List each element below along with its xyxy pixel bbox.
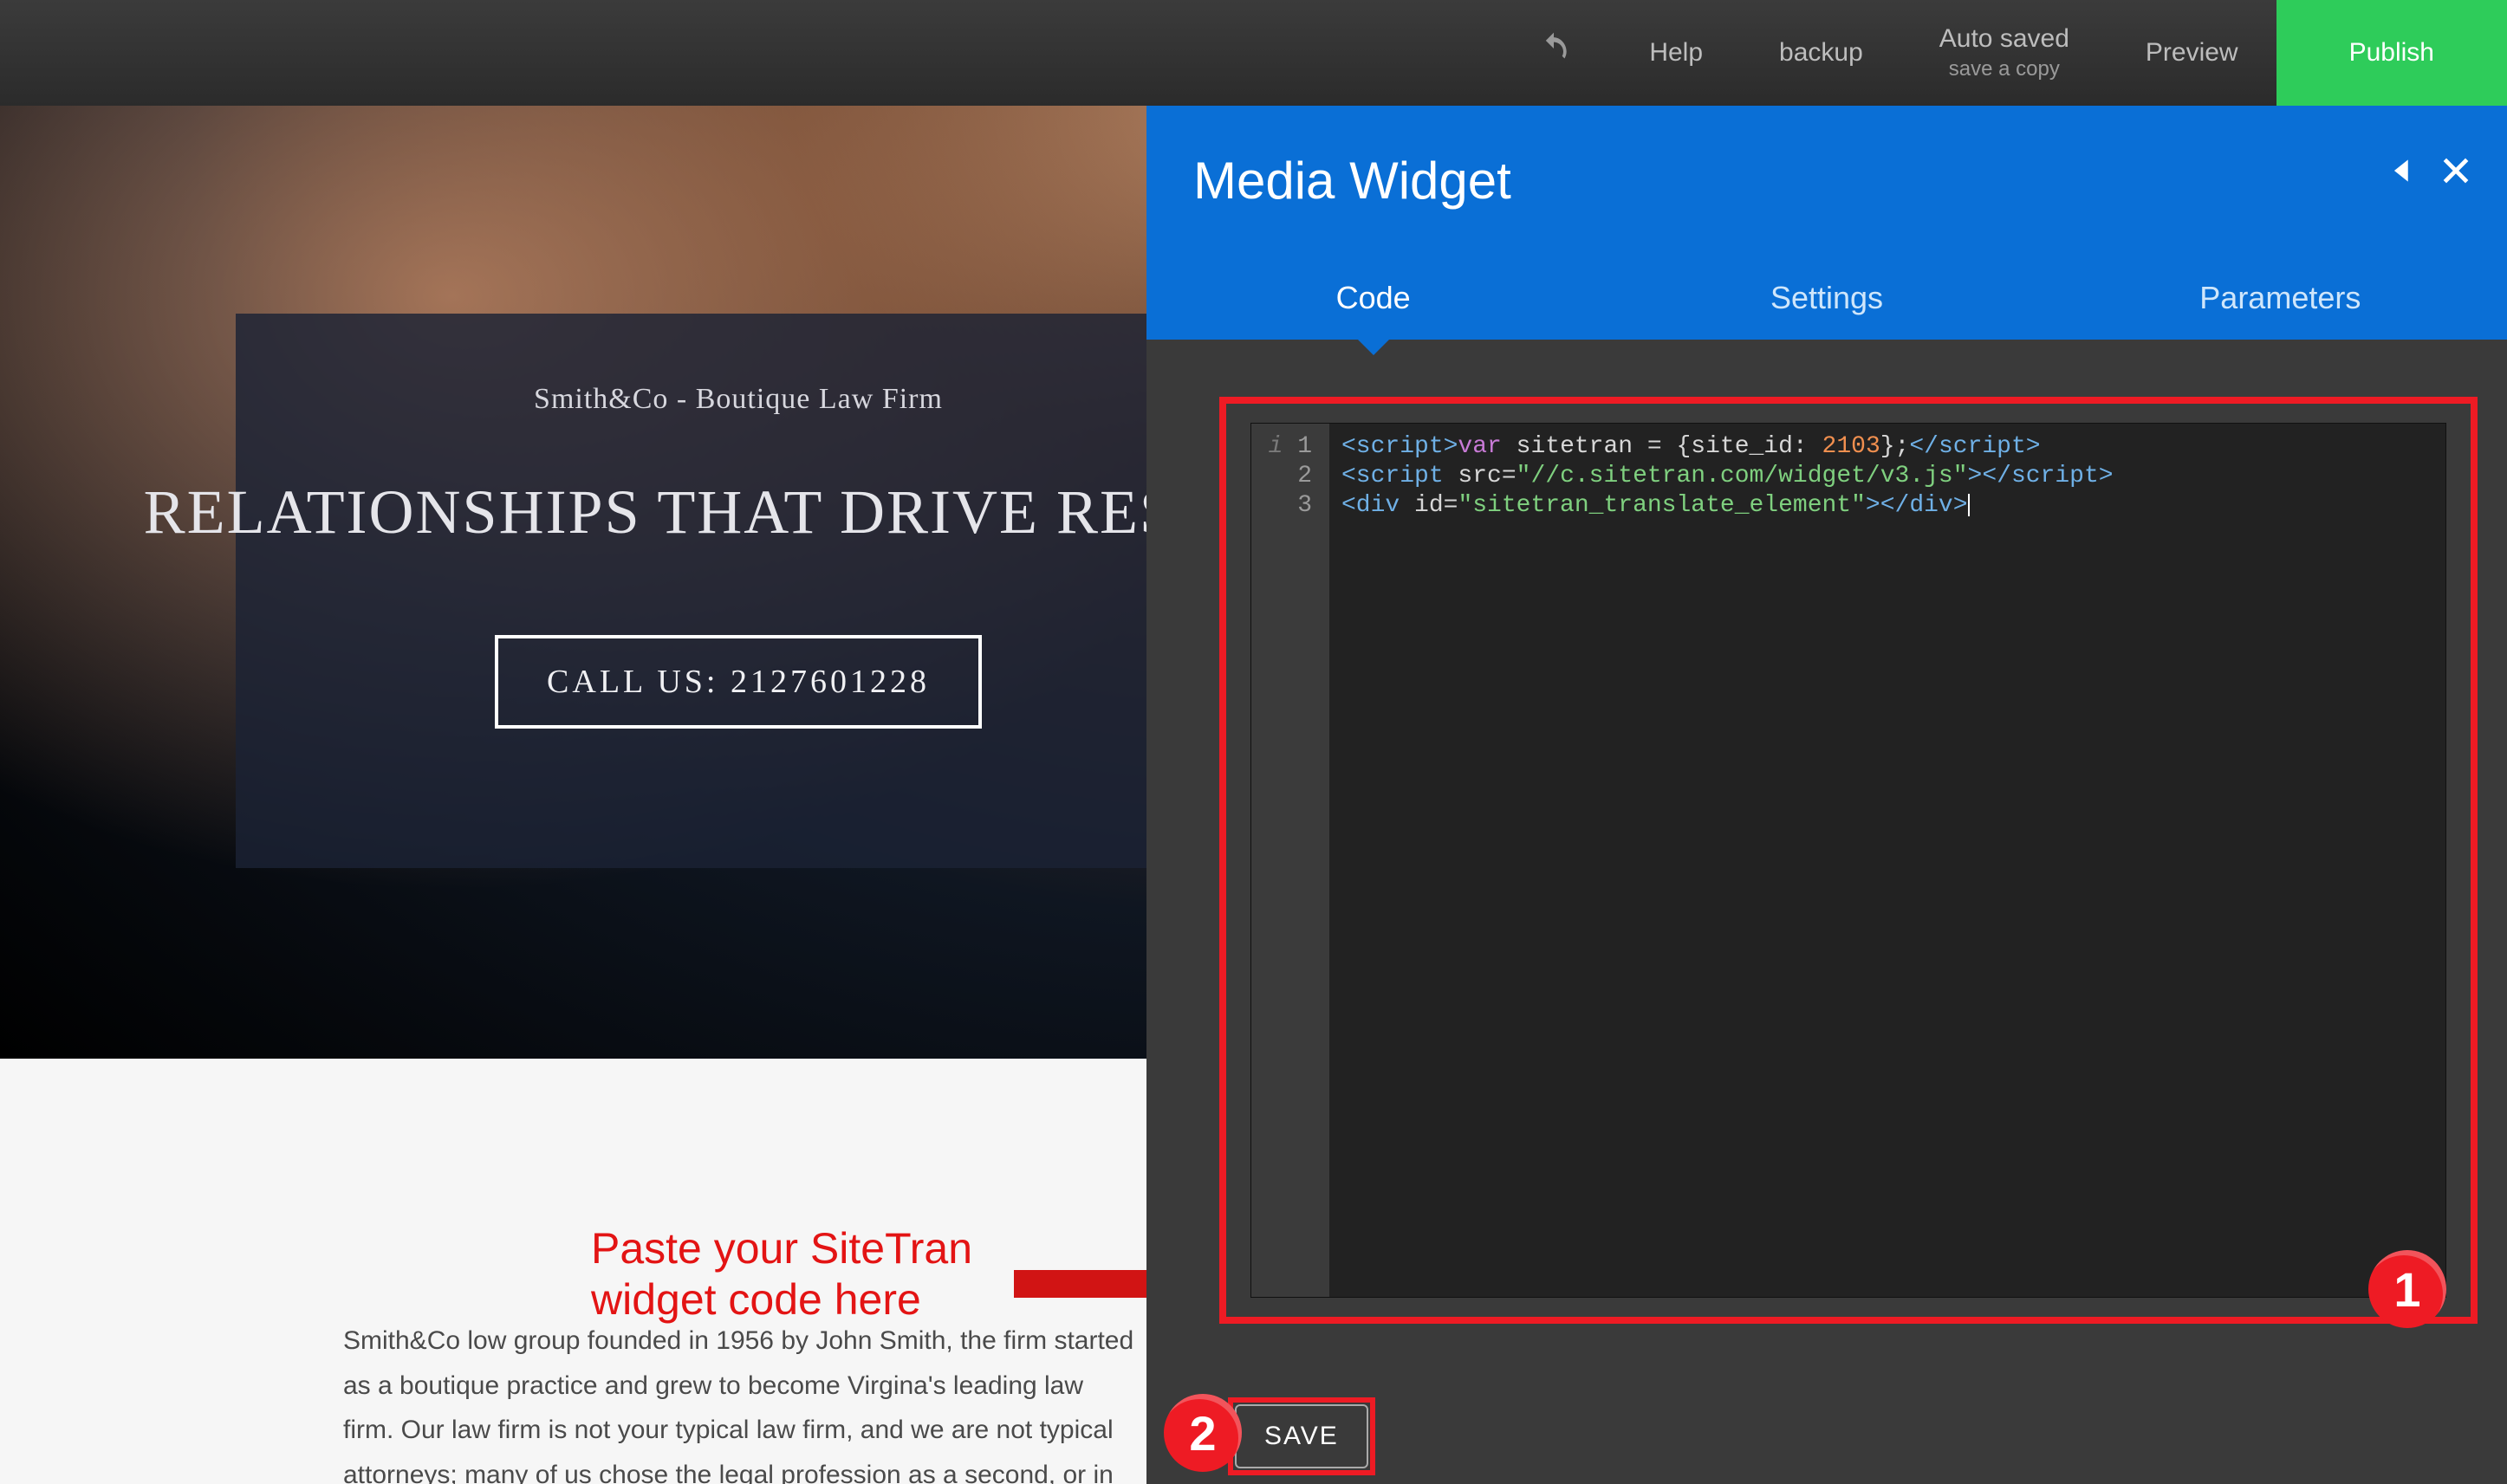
code-editor[interactable]: i 1 2 3 <script>var sitetran = {site_id:…: [1250, 423, 2446, 1298]
annotation-highlight-2: [1228, 1397, 1375, 1475]
hero-subtitle: Smith&Co - Boutique Law Firm: [534, 383, 943, 416]
panel-tabs: Code Settings Parameters: [1146, 256, 2507, 340]
line-number: 2: [1297, 463, 1312, 489]
help-button[interactable]: Help: [1611, 0, 1741, 106]
hero-overlay-box: Smith&Co - Boutique Law Firm RELATIONSHI…: [236, 314, 1241, 868]
tab-code-label: Code: [1336, 280, 1411, 316]
tab-settings-label: Settings: [1770, 280, 1883, 316]
collapse-left-icon[interactable]: [2387, 154, 2420, 191]
close-icon[interactable]: [2439, 154, 2472, 191]
top-toolbar: Help backup Auto saved save a copy Previ…: [0, 0, 2507, 106]
hero-cta-label: CALL US: 2127601228: [547, 664, 930, 700]
autosave-button[interactable]: Auto saved save a copy: [1901, 0, 2108, 106]
backup-label: backup: [1779, 38, 1863, 68]
tab-settings[interactable]: Settings: [1600, 256, 2053, 340]
annotation-badge-2-label: 2: [1189, 1405, 1216, 1461]
line-number: 3: [1297, 492, 1312, 519]
preview-button[interactable]: Preview: [2108, 0, 2276, 106]
tab-parameters-label: Parameters: [2199, 280, 2361, 316]
autosave-sublabel: save a copy: [1949, 57, 2060, 81]
line-number: 1: [1297, 433, 1312, 460]
backup-button[interactable]: backup: [1741, 0, 1901, 106]
body-copy: Smith&Co low group founded in 1956 by Jo…: [343, 1319, 1140, 1484]
save-button-wrap: SAVE: [1235, 1404, 1368, 1468]
code-gutter: i 1 2 3: [1251, 424, 1329, 1297]
code-lines[interactable]: <script>var sitetran = {site_id: 2103};<…: [1329, 424, 2445, 1297]
preview-label: Preview: [2146, 38, 2238, 68]
publish-label: Publish: [2349, 38, 2434, 68]
annotation-label-line2: widget code here: [591, 1275, 921, 1324]
panel-controls: [2387, 154, 2472, 191]
code-area: i 1 2 3 <script>var sitetran = {site_id:…: [1146, 340, 2507, 1484]
panel-header: Media Widget Code Settings Parameters: [1146, 106, 2507, 340]
annotation-badge-1: 1: [2368, 1250, 2446, 1328]
panel-title: Media Widget: [1193, 151, 1511, 211]
hero-cta-button[interactable]: CALL US: 2127601228: [495, 635, 982, 729]
app-root: Help backup Auto saved save a copy Previ…: [0, 0, 2507, 1484]
info-icon: i: [1265, 432, 1283, 462]
tab-parameters[interactable]: Parameters: [2054, 256, 2507, 340]
publish-button[interactable]: Publish: [2276, 0, 2507, 106]
media-widget-panel: Media Widget Code Settings Parameters i …: [1146, 106, 2507, 1484]
annotation-label-line1: Paste your SiteTran: [591, 1224, 972, 1273]
help-label: Help: [1649, 38, 1703, 68]
annotation-badge-2: 2: [1164, 1394, 1242, 1472]
annotation-badge-1-label: 1: [2393, 1261, 2420, 1318]
autosave-label: Auto saved: [1939, 24, 2069, 54]
undo-icon[interactable]: [1497, 29, 1611, 76]
annotation-label: Paste your SiteTran widget code here: [591, 1223, 972, 1325]
tab-code[interactable]: Code: [1146, 256, 1600, 340]
